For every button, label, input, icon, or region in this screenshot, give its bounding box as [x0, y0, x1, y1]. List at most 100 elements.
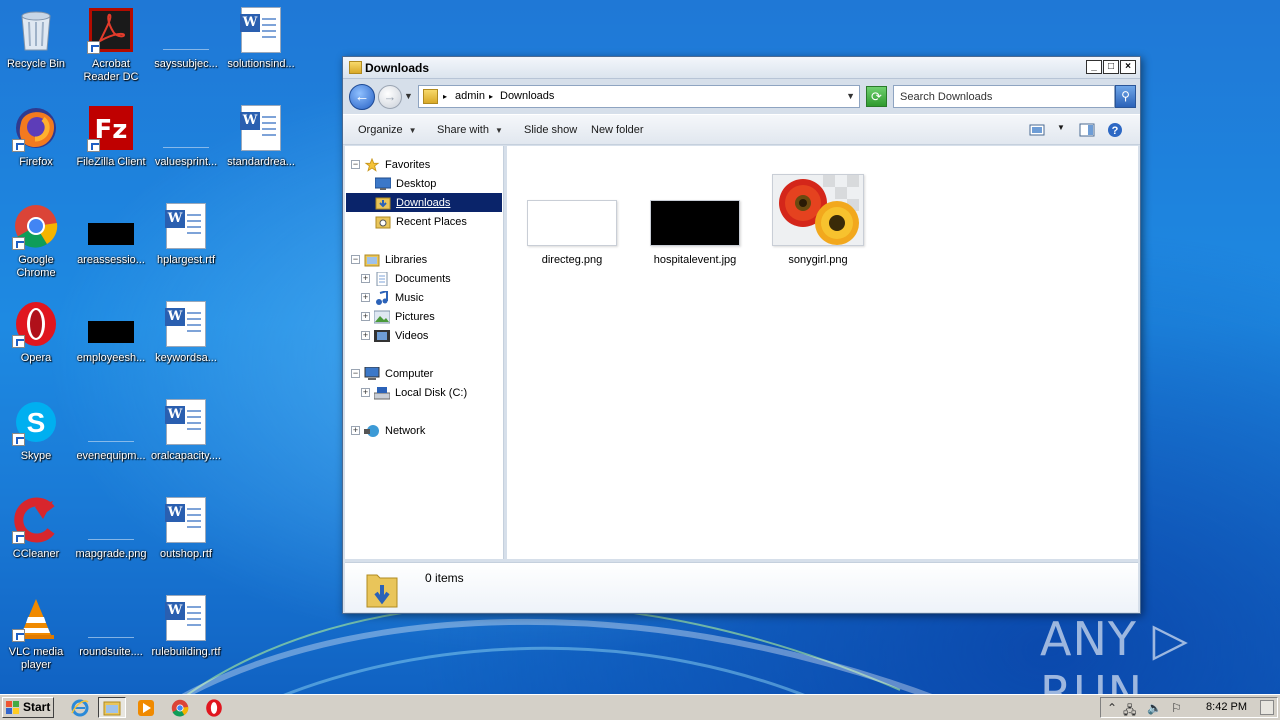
- forward-button[interactable]: →: [378, 85, 402, 109]
- show-desktop-button[interactable]: [1260, 700, 1274, 715]
- desktop-icon-acrobat[interactable]: Acrobat Reader DC: [73, 6, 149, 84]
- back-button[interactable]: ←: [349, 84, 375, 110]
- expand-icon[interactable]: +: [361, 331, 370, 340]
- clock[interactable]: 8:42 PM: [1206, 701, 1247, 713]
- maximize-button[interactable]: □: [1103, 60, 1119, 74]
- slide-show-button[interactable]: Slide show: [524, 124, 577, 136]
- nav-videos[interactable]: + Videos: [361, 326, 428, 345]
- action-center-flag-icon[interactable]: ⚐: [1171, 701, 1182, 715]
- expand-icon[interactable]: +: [361, 312, 370, 321]
- nav-downloads[interactable]: Downloads: [346, 193, 502, 212]
- breadcrumb-downloads[interactable]: Downloads: [500, 90, 554, 102]
- desktop-icon-outshop[interactable]: W outshop.rtf: [148, 496, 224, 561]
- desktop-icon-hplargest[interactable]: W hplargest.rtf: [148, 202, 224, 267]
- view-dropdown-icon[interactable]: ▼: [1057, 123, 1065, 132]
- explorer-window[interactable]: Downloads _ □ × ← → ▼ ▸ admin ▸ Download…: [342, 56, 1141, 614]
- blank-file-icon: [88, 518, 134, 540]
- nav-computer[interactable]: − Computer: [351, 364, 433, 383]
- nav-desktop[interactable]: Desktop: [375, 174, 436, 193]
- word-doc-icon: W: [165, 595, 206, 641]
- collapse-icon[interactable]: −: [351, 160, 360, 169]
- desktop-icon-chrome[interactable]: Google Chrome: [0, 202, 74, 280]
- show-hidden-icons-icon[interactable]: ⌃: [1107, 701, 1117, 715]
- desktop-icon-oralcapacity[interactable]: W oralcapacity....: [148, 398, 224, 463]
- desktop-icon-evenequipm[interactable]: evenequipm...: [73, 398, 149, 463]
- desktop-icon-standardrea[interactable]: W standardrea...: [223, 104, 299, 169]
- window-title: Downloads: [365, 61, 430, 75]
- flower-image: [773, 175, 863, 245]
- taskbar-explorer[interactable]: [98, 697, 126, 718]
- search-input[interactable]: Search Downloads: [893, 85, 1115, 108]
- help-icon[interactable]: ?: [1107, 122, 1123, 138]
- nav-network[interactable]: + Network: [351, 421, 425, 440]
- nav-documents[interactable]: + Documents: [361, 269, 451, 288]
- file-item[interactable]: hospitalevent.jpg: [645, 200, 745, 266]
- taskbar-opera[interactable]: [200, 697, 228, 718]
- share-with-button[interactable]: Share with ▼: [437, 124, 503, 136]
- file-name: sonygirl.png: [788, 254, 848, 266]
- file-list-area[interactable]: directeg.png hospitalevent.jpg sonygirl.…: [507, 146, 1138, 559]
- preview-pane-icon[interactable]: [1079, 122, 1095, 138]
- desktop-icon-mapgrade[interactable]: mapgrade.png: [73, 496, 149, 561]
- desktop-icon-areassessio[interactable]: areassessio...: [73, 202, 149, 267]
- desktop-icon-opera[interactable]: Opera: [0, 300, 74, 365]
- videos-icon: [374, 329, 390, 342]
- desktop-icon-ccleaner[interactable]: CCleaner: [0, 496, 74, 561]
- desktop-icon-vlc[interactable]: VLC media player: [0, 594, 74, 672]
- chevron-right-icon[interactable]: ▸: [443, 92, 447, 101]
- collapse-icon[interactable]: −: [351, 369, 360, 378]
- nav-recent-places[interactable]: Recent Places: [375, 212, 467, 231]
- view-options-icon[interactable]: [1029, 122, 1045, 138]
- windows-logo-icon: [6, 701, 19, 714]
- taskbar-internet-explorer[interactable]: [66, 697, 94, 718]
- desktop-icon-roundsuite[interactable]: roundsuite....: [73, 594, 149, 659]
- nav-pictures[interactable]: + Pictures: [361, 307, 435, 326]
- breadcrumb-admin[interactable]: admin: [455, 90, 485, 102]
- shortcut-arrow-icon: [12, 335, 25, 348]
- new-folder-button[interactable]: New folder: [591, 124, 644, 136]
- internet-explorer-icon: [71, 699, 89, 716]
- file-item[interactable]: sonygirl.png: [768, 174, 868, 266]
- recent-pages-dropdown[interactable]: ▼: [404, 91, 413, 101]
- address-box[interactable]: ▸ admin ▸ Downloads ▼: [418, 85, 860, 108]
- organize-button[interactable]: Organize ▼: [358, 124, 417, 136]
- nav-music[interactable]: + Music: [361, 288, 424, 307]
- volume-icon[interactable]: 🔈: [1147, 701, 1162, 715]
- desktop-icon-valuesprint[interactable]: valuesprint...: [148, 104, 224, 169]
- collapse-icon[interactable]: −: [351, 255, 360, 264]
- address-bar-row: ← → ▼ ▸ admin ▸ Downloads ▼ ⟳ Search Dow…: [343, 80, 1140, 114]
- navigation-pane[interactable]: − Favorites Desktop Downloads Recent Pla…: [345, 146, 504, 559]
- taskbar-chrome[interactable]: [166, 697, 194, 718]
- nav-local-disk[interactable]: + Local Disk (C:): [361, 383, 467, 402]
- expand-icon[interactable]: +: [361, 274, 370, 283]
- close-button[interactable]: ×: [1120, 60, 1136, 74]
- expand-icon[interactable]: +: [361, 388, 370, 397]
- window-titlebar[interactable]: Downloads _ □ ×: [343, 57, 1140, 79]
- network-tray-icon[interactable]: 🖧: [1123, 701, 1136, 720]
- desktop-icon-keywordsa[interactable]: W keywordsa...: [148, 300, 224, 365]
- desktop-icon-filezilla[interactable]: Fz FileZilla Client: [73, 104, 149, 169]
- desktop-icon-employeesh[interactable]: employeesh...: [73, 300, 149, 365]
- desktop-icon-recycle-bin[interactable]: Recycle Bin: [0, 6, 74, 71]
- word-doc-icon: W: [165, 399, 206, 445]
- minimize-button[interactable]: _: [1086, 60, 1102, 74]
- taskbar-media-player[interactable]: [132, 697, 160, 718]
- refresh-button[interactable]: ⟳: [866, 86, 887, 107]
- desktop-icon-solutionsind[interactable]: W solutionsind...: [223, 6, 299, 71]
- desktop-icon-rulebuilding[interactable]: W rulebuilding.rtf: [148, 594, 224, 659]
- search-button[interactable]: ⚲: [1115, 85, 1136, 108]
- word-doc-icon: W: [165, 497, 206, 543]
- computer-icon: [364, 366, 380, 380]
- expand-icon[interactable]: +: [351, 426, 360, 435]
- chevron-right-icon[interactable]: ▸: [489, 92, 493, 101]
- file-item[interactable]: directeg.png: [522, 200, 622, 266]
- address-dropdown-icon[interactable]: ▼: [846, 91, 855, 101]
- expand-icon[interactable]: +: [361, 293, 370, 302]
- desktop-icon-sayssubjec[interactable]: sayssubjec...: [148, 6, 224, 71]
- desktop-icon-firefox[interactable]: Firefox: [0, 104, 74, 169]
- pictures-icon: [374, 310, 390, 323]
- start-button[interactable]: Start: [2, 697, 54, 718]
- nav-favorites[interactable]: − Favorites: [351, 155, 430, 174]
- nav-libraries[interactable]: − Libraries: [351, 250, 427, 269]
- desktop-icon-skype[interactable]: S Skype: [0, 398, 74, 463]
